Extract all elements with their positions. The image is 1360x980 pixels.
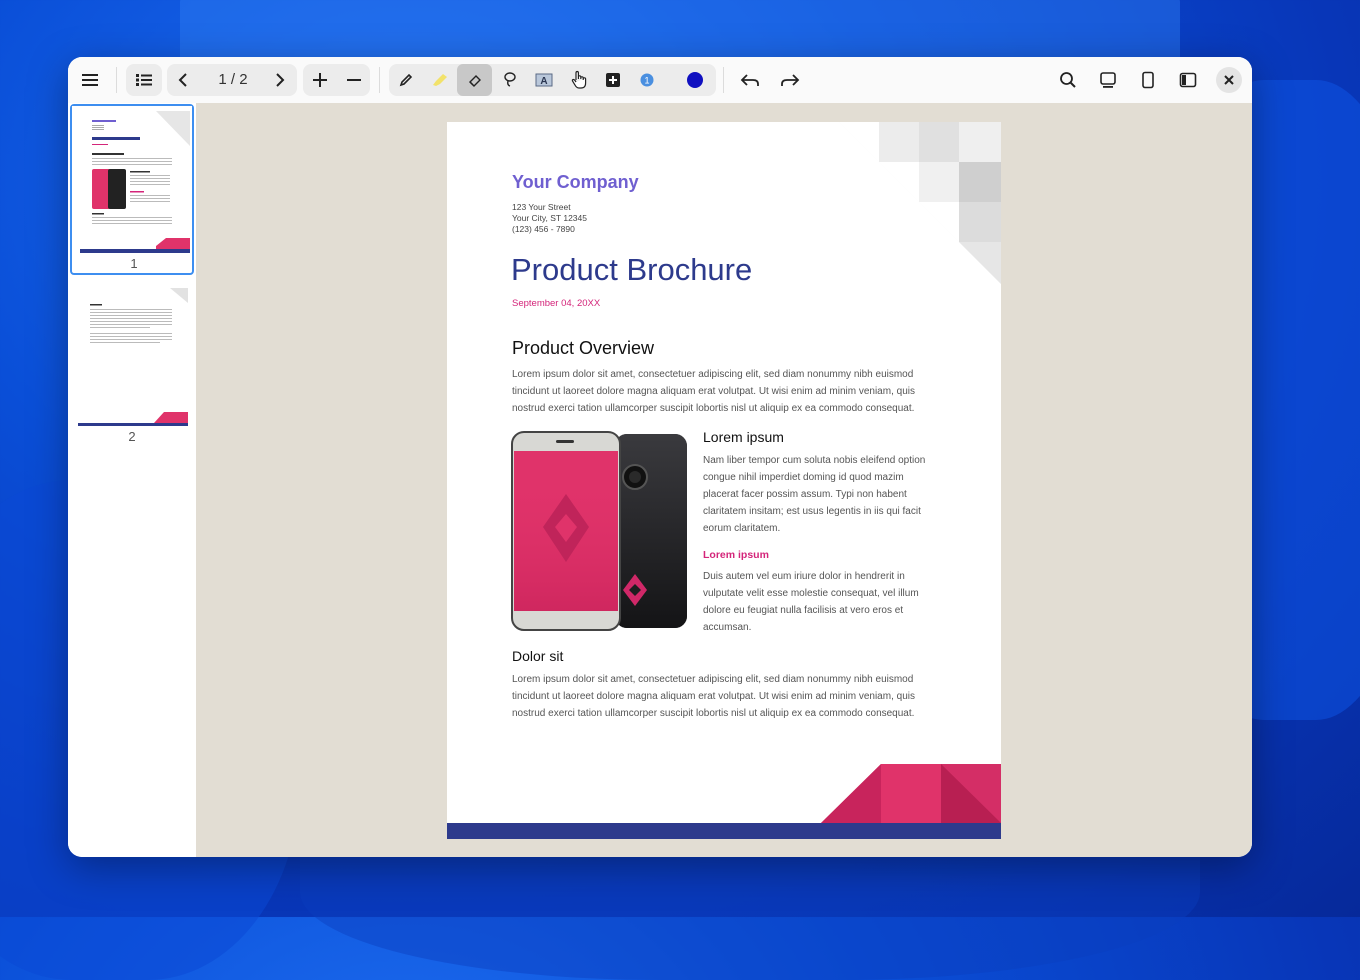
page-indicator[interactable]: 1 / 2 bbox=[203, 64, 263, 96]
zoom-in-button[interactable] bbox=[303, 64, 336, 96]
zoom-out-button[interactable] bbox=[337, 64, 370, 96]
close-icon bbox=[1224, 75, 1234, 85]
thumbnail-preview bbox=[78, 283, 188, 433]
number-badge-icon: 1 bbox=[640, 73, 653, 87]
lasso-icon bbox=[503, 72, 516, 87]
minus-icon bbox=[346, 79, 361, 81]
lorem-subheading: Lorem ipsum bbox=[703, 549, 769, 561]
hamburger-icon bbox=[82, 74, 98, 86]
document-title: Product Brochure bbox=[511, 252, 753, 287]
search-button[interactable] bbox=[1052, 64, 1084, 96]
dolor-paragraph: Lorem ipsum dolor sit amet, consectetuer… bbox=[512, 674, 915, 719]
sidebar-icon bbox=[1179, 72, 1197, 88]
next-page-button[interactable] bbox=[264, 64, 296, 96]
previous-page-button[interactable] bbox=[167, 64, 199, 96]
address-line: 123 Your Street bbox=[512, 202, 571, 212]
thumbnail-preview bbox=[72, 106, 192, 256]
pen-icon bbox=[399, 73, 412, 87]
document-page[interactable]: Your Company 123 Your Street Your City, … bbox=[447, 122, 1001, 839]
page-thumbnail-2[interactable]: 2 bbox=[70, 283, 194, 453]
monitor-icon bbox=[1100, 72, 1116, 88]
thumbnail-label: 2 bbox=[128, 429, 136, 444]
list-icon bbox=[136, 74, 152, 86]
number-stamp-button[interactable]: 1 bbox=[630, 64, 663, 96]
address-line: (123) 456 - 7890 bbox=[512, 224, 575, 234]
thumbnail-sidebar: 1 2 bbox=[68, 103, 196, 857]
chevron-left-icon bbox=[178, 73, 187, 87]
toolbar: 1 / 2 A 1 bbox=[68, 57, 1252, 104]
add-element-button[interactable] bbox=[596, 64, 629, 96]
undo-icon bbox=[740, 74, 759, 86]
document-viewer-window: 1 / 2 A 1 1 2 Your Company 123 Your Stre… bbox=[68, 57, 1252, 857]
svg-text:1: 1 bbox=[644, 76, 649, 86]
redo-button[interactable] bbox=[772, 64, 808, 96]
text-tool-button[interactable]: A bbox=[527, 64, 561, 96]
single-page-button[interactable] bbox=[1132, 64, 1164, 96]
close-button[interactable] bbox=[1216, 67, 1242, 93]
presentation-button[interactable] bbox=[1092, 64, 1124, 96]
company-name: Your Company bbox=[512, 172, 639, 192]
dolor-heading: Dolor sit bbox=[512, 648, 564, 664]
chevron-right-icon bbox=[276, 73, 285, 87]
eraser-icon bbox=[468, 75, 481, 87]
menu-button[interactable] bbox=[76, 64, 106, 96]
sidebar-toggle-button[interactable] bbox=[1172, 64, 1204, 96]
address-line: Your City, ST 12345 bbox=[512, 213, 587, 223]
highlighter-tool-button[interactable] bbox=[423, 64, 456, 96]
lasso-tool-button[interactable] bbox=[493, 64, 526, 96]
text-box-icon: A bbox=[535, 73, 553, 87]
plus-icon bbox=[312, 73, 327, 87]
add-box-icon bbox=[605, 73, 620, 87]
thumbnails-button[interactable] bbox=[126, 64, 162, 96]
svg-text:A: A bbox=[540, 76, 547, 87]
hand-icon bbox=[571, 70, 586, 89]
search-icon bbox=[1060, 72, 1076, 88]
redo-icon bbox=[781, 74, 800, 86]
color-picker-button[interactable] bbox=[676, 64, 714, 96]
lorem-paragraph: Nam liber tempor cum soluta nobis eleife… bbox=[703, 455, 926, 534]
highlighter-icon bbox=[432, 74, 447, 86]
hand-tool-button[interactable] bbox=[562, 64, 595, 96]
lorem-heading: Lorem ipsum bbox=[703, 429, 784, 445]
color-swatch-icon bbox=[687, 72, 703, 88]
document-canvas[interactable]: Your Company 123 Your Street Your City, … bbox=[196, 103, 1252, 857]
page-thumbnail-1[interactable]: 1 bbox=[70, 104, 194, 275]
overview-heading: Product Overview bbox=[512, 338, 655, 358]
overview-paragraph: Lorem ipsum dolor sit amet, consectetuer… bbox=[512, 369, 915, 414]
thumbnail-label: 1 bbox=[130, 256, 138, 271]
undo-button[interactable] bbox=[732, 64, 768, 96]
footer-bar bbox=[447, 823, 1001, 839]
document-date: September 04, 20XX bbox=[512, 298, 601, 309]
lorem-sub-paragraph: Duis autem vel eum iriure dolor in hendr… bbox=[703, 571, 919, 633]
page-icon bbox=[1142, 71, 1154, 89]
pen-tool-button[interactable] bbox=[389, 64, 422, 96]
eraser-tool-button[interactable] bbox=[457, 64, 492, 96]
